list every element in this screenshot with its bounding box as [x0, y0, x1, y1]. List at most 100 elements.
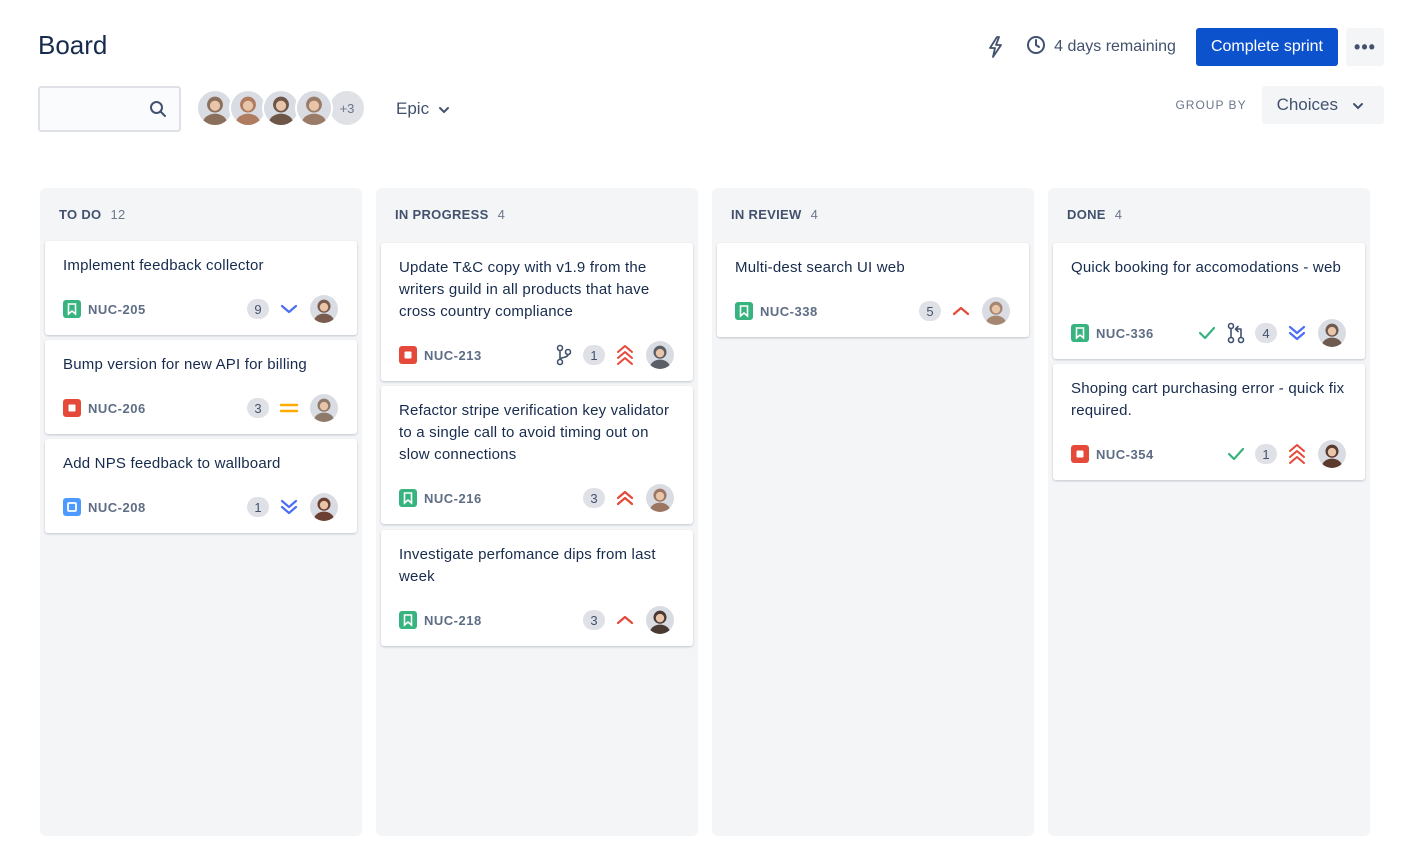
issue-card[interactable]: Quick booking for accomodations - web NUC…: [1053, 243, 1365, 359]
issue-key[interactable]: NUC-354: [1096, 447, 1154, 462]
column-in-review: IN REVIEW 4 Multi-dest search UI web NUC-33…: [712, 188, 1034, 836]
page-title: Board: [38, 30, 108, 60]
assignee-avatar[interactable]: [645, 340, 675, 370]
issue-title: Quick booking for accomodations - web: [1071, 259, 1342, 276]
pull-request-icon[interactable]: [1226, 322, 1246, 344]
search-input[interactable]: [48, 88, 148, 128]
search-icon: [149, 100, 167, 123]
group-by-dropdown[interactable]: Choices: [1261, 86, 1384, 124]
assignee-avatar[interactable]: [309, 492, 339, 522]
chevron-down-icon: [429, 99, 450, 119]
issue-card[interactable]: Refactor stripe verification key validat…: [381, 386, 693, 524]
issue-key[interactable]: NUC-206: [88, 401, 146, 416]
branch-icon[interactable]: [554, 344, 574, 366]
assignee-avatar[interactable]: [981, 296, 1011, 326]
check-icon: [1197, 322, 1217, 344]
column-count: 4: [497, 206, 506, 222]
issue-footer: NUC-205 9: [63, 294, 339, 324]
issue-key[interactable]: NUC-205: [88, 302, 146, 317]
column-count: 4: [810, 206, 819, 222]
issue-title: Multi-dest search UI web: [735, 259, 905, 276]
task-icon: [63, 498, 81, 516]
lightning-icon[interactable]: [984, 35, 1008, 59]
priority-lowest-icon: [1286, 322, 1308, 344]
epic-dropdown[interactable]: Epic: [396, 97, 450, 121]
chevron-down-icon: [1338, 95, 1364, 115]
priority-highest-icon: [614, 344, 636, 366]
story-points-badge: 1: [247, 497, 269, 517]
story-icon: [63, 300, 81, 318]
assignee-avatar[interactable]: [309, 294, 339, 324]
check-icon: [1226, 443, 1246, 465]
priority-medium-icon: [278, 397, 300, 419]
priority-lowest-icon: [278, 496, 300, 518]
column-header: DONE 4: [1048, 188, 1370, 240]
issue-card[interactable]: Bump version for new API for billing NUC-…: [45, 340, 357, 434]
issue-footer: NUC-218 3: [399, 605, 675, 635]
issue-footer: NUC-216 3: [399, 483, 675, 513]
column-header: IN REVIEW 4: [712, 188, 1034, 240]
issue-card[interactable]: Investigate perfomance dips from last we…: [381, 530, 693, 646]
issue-key[interactable]: NUC-218: [424, 613, 482, 628]
bug-icon: [399, 346, 417, 364]
story-points-badge: 3: [583, 488, 605, 508]
assignee-filter: +3: [196, 89, 366, 127]
column-to-do: TO DO 12 Implement feedback collector NUC-2…: [40, 188, 362, 836]
assignee-avatar[interactable]: [1317, 318, 1347, 348]
column-title: DONE: [1067, 206, 1106, 222]
story-points-badge: 5: [919, 301, 941, 321]
assignee-avatar[interactable]: [1317, 439, 1347, 469]
complete-sprint-button[interactable]: Complete sprint: [1195, 28, 1338, 66]
story-icon: [735, 302, 753, 320]
time-remaining: 4 days remaining: [1054, 38, 1176, 55]
search-box[interactable]: [38, 86, 181, 132]
issue-card[interactable]: Multi-dest search UI web NUC-338 5: [717, 243, 1029, 337]
column-in-progress: IN PROGRESS 4 Update T&C copy with v1.9 fr…: [376, 188, 698, 836]
story-icon: [399, 489, 417, 507]
issue-card[interactable]: Shoping cart purchasing error - quick fi…: [1053, 364, 1365, 480]
priority-high-icon: [614, 609, 636, 631]
issue-footer: NUC-208 1: [63, 492, 339, 522]
issue-footer: NUC-206 3: [63, 393, 339, 423]
issue-title: Refactor stripe verification key validat…: [399, 402, 670, 463]
assignee-avatar[interactable]: [645, 483, 675, 513]
issue-card[interactable]: Update T&C copy with v1.9 from the write…: [381, 243, 693, 381]
issue-title: Investigate perfomance dips from last we…: [399, 546, 656, 585]
issue-footer: NUC-354 1: [1071, 439, 1347, 469]
issue-card[interactable]: Implement feedback collector NUC-205 9: [45, 241, 357, 335]
issue-title: Bump version for new API for billing: [63, 356, 307, 373]
issue-key[interactable]: NUC-338: [760, 304, 818, 319]
story-icon: [399, 611, 417, 629]
issue-key[interactable]: NUC-208: [88, 500, 146, 515]
group-by: GROUP BY Choices: [1175, 86, 1384, 124]
column-title: IN REVIEW: [731, 206, 802, 222]
header-actions: 4 days remaining Complete sprint •••: [984, 28, 1384, 66]
story-points-badge: 3: [583, 610, 605, 630]
priority-highest-icon: [614, 487, 636, 509]
column-title: TO DO: [59, 206, 102, 222]
issue-footer: NUC-338 5: [735, 296, 1011, 326]
story-points-badge: 1: [1255, 444, 1277, 464]
avatar[interactable]: [295, 89, 333, 127]
issue-key[interactable]: NUC-213: [424, 348, 482, 363]
assignee-avatar[interactable]: [309, 393, 339, 423]
group-by-value: Choices: [1276, 95, 1338, 114]
issue-key[interactable]: NUC-216: [424, 491, 482, 506]
clock-icon: [1026, 35, 1054, 60]
issue-title: Update T&C copy with v1.9 from the write…: [399, 259, 650, 320]
story-points-badge: 1: [583, 345, 605, 365]
story-points-badge: 9: [247, 299, 269, 319]
priority-high-icon: [950, 300, 972, 322]
column-count: 12: [110, 206, 126, 222]
issue-card[interactable]: Add NPS feedback to wallboard NUC-208 1: [45, 439, 357, 533]
column-header: IN PROGRESS 4: [376, 188, 698, 240]
issue-key[interactable]: NUC-336: [1096, 326, 1154, 341]
column-count: 4: [1114, 206, 1123, 222]
more-assignees-badge[interactable]: +3: [328, 89, 366, 127]
column-header: TO DO 12: [40, 188, 362, 240]
more-options-button[interactable]: •••: [1346, 28, 1384, 66]
group-by-label: GROUP BY: [1175, 98, 1247, 112]
assignee-avatar[interactable]: [645, 605, 675, 635]
issue-title: Implement feedback collector: [63, 257, 264, 274]
epic-label: Epic: [396, 99, 430, 118]
